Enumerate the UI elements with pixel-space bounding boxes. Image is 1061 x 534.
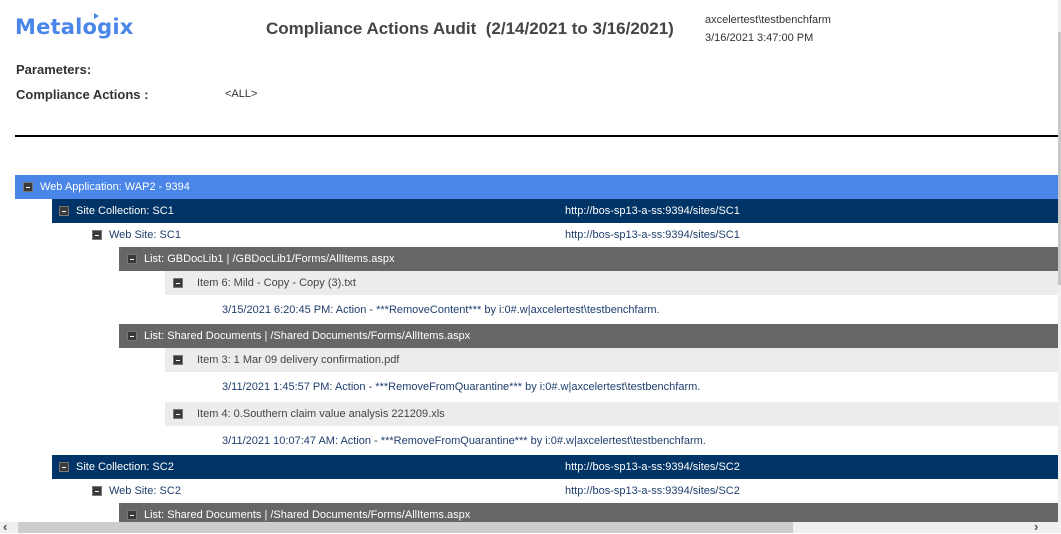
- item-row: Item 3: 1 Mar 09 delivery confirmation.p…: [165, 348, 1058, 372]
- action-text: 3/11/2021 1:45:57 PM: Action - ***Remove…: [222, 381, 701, 393]
- horizontal-scrollbar[interactable]: ‹ ›: [0, 519, 1061, 534]
- collapse-icon[interactable]: [127, 331, 137, 341]
- compliance-actions-label: Compliance Actions :: [16, 87, 149, 102]
- report-title: Compliance Actions Audit (2/14/2021 to 3…: [266, 19, 674, 38]
- logo-text: Metalogix: [15, 15, 134, 39]
- action-row: 3/11/2021 10:07:47 AM: Action - ***Remov…: [165, 429, 1058, 453]
- list-row: List: GBDocLib1 | /GBDocLib1/Forms/AllIt…: [119, 247, 1058, 271]
- metalogix-logo: Metalogix: [15, 13, 134, 39]
- collapse-icon[interactable]: [59, 206, 69, 216]
- parameters-label: Parameters:: [16, 62, 92, 77]
- web-site-row: Web Site: SC2 http://bos-sp13-a-ss:9394/…: [52, 479, 1058, 503]
- scroll-left-icon[interactable]: ‹: [3, 519, 7, 534]
- report-user: axcelertest\testbenchfarm: [705, 14, 831, 26]
- item-label: Item 4: 0.Southern claim value analysis …: [197, 408, 445, 420]
- collapse-icon[interactable]: [127, 510, 137, 520]
- site-collection-row: Site Collection: SC2 http://bos-sp13-a-s…: [52, 455, 1058, 479]
- list-label: List: Shared Documents | /Shared Documen…: [144, 509, 471, 521]
- report-generated-date: 3/16/2021 3:47:00 PM: [705, 32, 814, 44]
- collapse-icon[interactable]: [127, 254, 137, 264]
- item-row: Item 6: Mild - Copy - Copy (3).txt: [165, 271, 1058, 295]
- web-application-row: Web Application: WAP2 - 9394: [15, 175, 1058, 199]
- web-site-label: Web Site: SC2: [109, 485, 181, 497]
- action-text: 3/11/2021 10:07:47 AM: Action - ***Remov…: [222, 435, 706, 447]
- collapse-icon[interactable]: [173, 409, 183, 419]
- web-site-row: Web Site: SC1 http://bos-sp13-a-ss:9394/…: [52, 223, 1058, 247]
- horizontal-scroll-thumb[interactable]: [18, 522, 793, 533]
- list-row: List: Shared Documents | /Shared Documen…: [119, 324, 1058, 348]
- logo-triangle-icon: [94, 13, 99, 19]
- site-collection-row: Site Collection: SC1 http://bos-sp13-a-s…: [52, 199, 1058, 223]
- item-label: Item 6: Mild - Copy - Copy (3).txt: [197, 277, 356, 289]
- action-text: 3/15/2021 6:20:45 PM: Action - ***Remove…: [222, 304, 660, 316]
- site-collection-label: Site Collection: SC2: [76, 461, 174, 473]
- item-row: Item 4: 0.Southern claim value analysis …: [165, 402, 1058, 426]
- web-site-label: Web Site: SC1: [109, 229, 181, 241]
- web-site-url[interactable]: http://bos-sp13-a-ss:9394/sites/SC2: [565, 485, 740, 497]
- list-label: List: GBDocLib1 | /GBDocLib1/Forms/AllIt…: [144, 253, 395, 265]
- compliance-actions-value: <ALL>: [225, 88, 258, 100]
- collapse-icon[interactable]: [173, 355, 183, 365]
- collapse-icon[interactable]: [92, 230, 102, 240]
- action-row: 3/11/2021 1:45:57 PM: Action - ***Remove…: [165, 375, 1058, 399]
- collapse-icon[interactable]: [23, 182, 33, 192]
- site-collection-url[interactable]: http://bos-sp13-a-ss:9394/sites/SC2: [565, 461, 740, 473]
- collapse-icon[interactable]: [173, 278, 183, 288]
- collapse-icon[interactable]: [92, 486, 102, 496]
- list-label: List: Shared Documents | /Shared Documen…: [144, 330, 471, 342]
- web-application-label: Web Application: WAP2 - 9394: [40, 181, 190, 193]
- collapse-icon[interactable]: [59, 462, 69, 472]
- web-site-url[interactable]: http://bos-sp13-a-ss:9394/sites/SC1: [565, 229, 740, 241]
- scroll-right-icon[interactable]: ›: [1034, 519, 1038, 534]
- site-collection-url[interactable]: http://bos-sp13-a-ss:9394/sites/SC1: [565, 205, 740, 217]
- header-divider: [15, 135, 1058, 137]
- action-row: 3/15/2021 6:20:45 PM: Action - ***Remove…: [165, 298, 1058, 322]
- item-label: Item 3: 1 Mar 09 delivery confirmation.p…: [197, 354, 400, 366]
- site-collection-label: Site Collection: SC1: [76, 205, 174, 217]
